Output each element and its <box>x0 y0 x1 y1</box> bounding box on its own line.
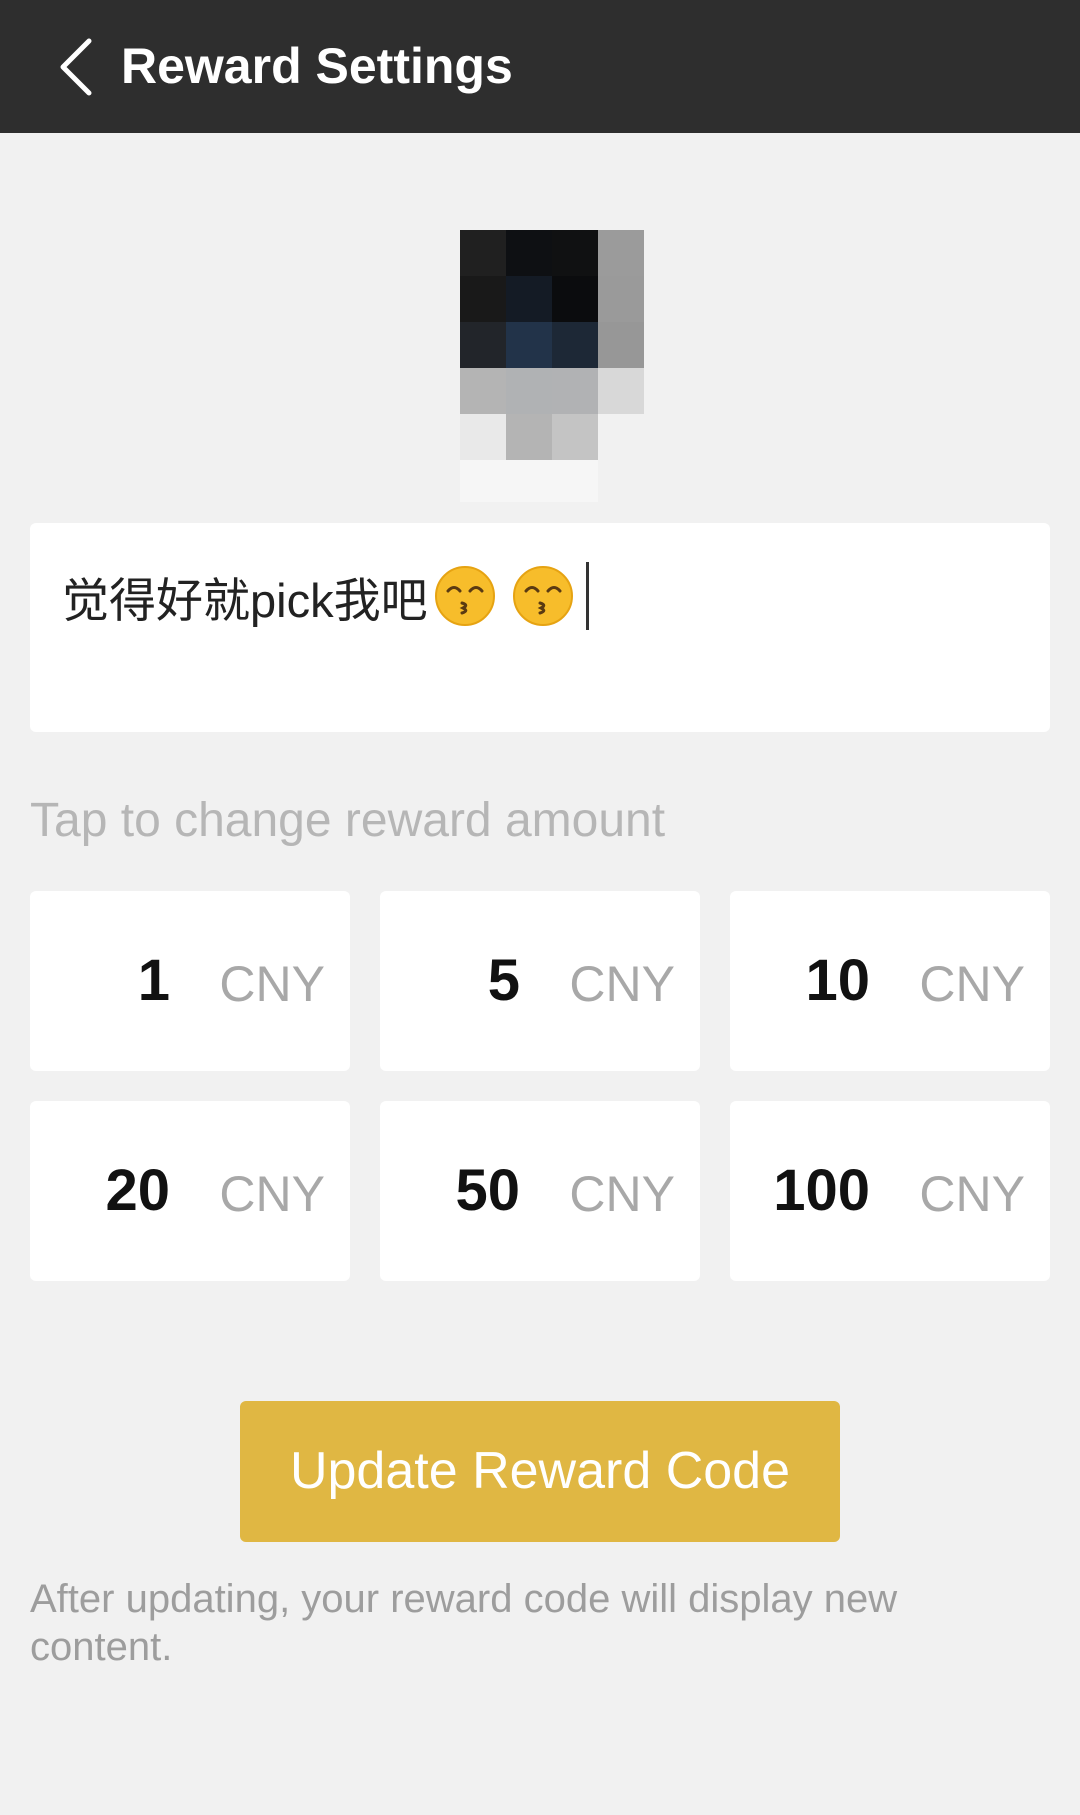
amount-option-20[interactable]: 20 CNY <box>30 1101 350 1281</box>
amount-unit: CNY <box>919 1166 1025 1222</box>
kissing-face-emoji-icon <box>434 565 496 627</box>
amount-option-100[interactable]: 100 CNY <box>730 1101 1050 1281</box>
back-button[interactable] <box>30 22 120 112</box>
reward-message-input[interactable]: 觉得好就pick我吧 <box>30 523 1050 732</box>
amount-option-5[interactable]: 5 CNY <box>380 891 700 1071</box>
page-title: Reward Settings <box>121 38 513 94</box>
amount-value: 20 <box>105 1158 170 1223</box>
chevron-left-icon <box>60 38 92 96</box>
amount-unit: CNY <box>569 1166 675 1222</box>
amount-value: 10 <box>805 948 870 1013</box>
amount-value: 5 <box>487 948 520 1013</box>
kissing-face-emoji-icon <box>512 565 574 627</box>
amount-value: 1 <box>137 948 170 1013</box>
amount-value: 50 <box>455 1158 520 1223</box>
text-caret <box>585 562 589 630</box>
amount-value: 100 <box>773 1158 870 1223</box>
update-reward-code-button[interactable]: Update Reward Code <box>240 1401 840 1542</box>
amount-option-1[interactable]: 1 CNY <box>30 891 350 1071</box>
amount-unit: CNY <box>919 956 1025 1012</box>
amount-option-10[interactable]: 10 CNY <box>730 891 1050 1071</box>
update-hint-text: After updating, your reward code will di… <box>30 1577 898 1669</box>
amount-unit: CNY <box>219 956 325 1012</box>
reward-amount-label: Tap to change reward amount <box>30 794 666 847</box>
message-text: 觉得好就pick我吧 <box>62 573 428 627</box>
message-line: 觉得好就pick我吧 <box>62 561 1018 631</box>
amount-unit: CNY <box>219 1166 325 1222</box>
avatar <box>460 230 644 506</box>
amount-option-50[interactable]: 50 CNY <box>380 1101 700 1281</box>
amount-unit: CNY <box>569 956 675 1012</box>
avatar-image <box>460 230 644 502</box>
app-bar: Reward Settings <box>0 0 1080 133</box>
